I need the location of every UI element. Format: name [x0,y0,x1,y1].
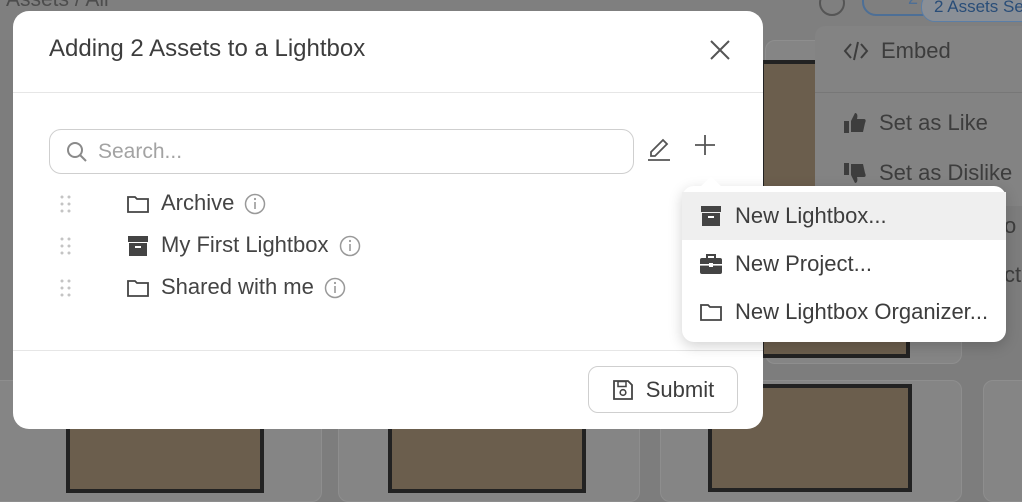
search-icon [67,141,87,162]
asset-thumbnail [388,425,586,493]
toolbar-count: 2 [908,0,918,9]
menu-item-label: Set as Like [879,110,988,135]
menu-item-like: Set as Like [843,110,988,136]
close-icon [710,40,730,60]
tree-item-label: My First Lightbox [161,232,361,258]
menu-item-label: New Project... [735,251,872,276]
selection-pill: 2 Assets Se [921,0,1022,22]
archive-box-icon [701,206,721,226]
menu-item-new-lightbox-organizer[interactable]: New Lightbox Organizer... [682,288,1006,336]
search-field[interactable] [49,129,634,174]
add-to-lightbox-modal: Adding 2 Assets to a Lightbox Archive My… [13,11,763,429]
submit-label: Submit [645,376,715,402]
tree-item-my-first-lightbox[interactable]: My First Lightbox [58,231,388,261]
info-icon[interactable] [324,277,346,299]
close-button[interactable] [705,35,735,65]
tree-item-label: Archive [161,190,266,216]
menu-item-label: Set as Dislike [879,160,1013,185]
add-button[interactable] [693,133,717,157]
menu-item-label: Embed [881,38,951,63]
pencil-icon [648,138,670,161]
tree-item-text: My First Lightbox [161,232,329,257]
save-icon [612,379,633,400]
briefcase-icon [700,254,722,274]
folder-icon [127,280,149,297]
modal-header: Adding 2 Assets to a Lightbox [13,11,763,93]
code-icon [843,41,869,61]
menu-item-label: New Lightbox... [735,203,887,228]
menu-item-embed: Embed [843,38,951,64]
folder-icon [127,196,149,213]
submit-button[interactable]: Submit [588,366,738,413]
search-input[interactable] [96,138,600,165]
drag-handle-icon[interactable] [58,236,74,256]
background-actions-menu: Embed Set as Like Set as Dislike [815,26,1022,206]
menu-item-partial: cti [1004,262,1022,287]
menu-item-new-project[interactable]: New Project... [682,240,1006,288]
thumbs-up-icon [844,113,866,133]
folder-icon [700,304,722,321]
modal-title: Adding 2 Assets to a Lightbox [49,35,366,62]
plus-icon [695,135,715,155]
thumbs-down-icon [844,163,866,183]
menu-item-label: New Lightbox Organizer... [735,299,989,324]
edit-button[interactable] [647,133,671,161]
asset-card [983,380,1022,502]
asset-thumbnail [66,425,264,493]
drag-handle-icon[interactable] [58,194,74,214]
info-icon[interactable] [244,193,266,215]
modal-footer-divider [13,350,763,351]
tree-item-archive[interactable]: Archive [58,189,318,219]
info-icon[interactable] [339,235,361,257]
drag-handle-icon[interactable] [58,278,74,298]
tree-item-shared-with-me[interactable]: Shared with me [58,273,378,303]
menu-item-new-lightbox[interactable]: New Lightbox... [682,192,1006,240]
tree-item-text: Archive [161,190,235,215]
add-dropdown-menu: New Lightbox... New Project... New Light… [682,186,1006,342]
menu-divider [815,92,1022,93]
tree-item-text: Shared with me [161,274,314,299]
menu-item-dislike: Set as Dislike [843,160,1012,186]
tree-item-label: Shared with me [161,274,346,300]
archive-box-icon [128,236,148,256]
